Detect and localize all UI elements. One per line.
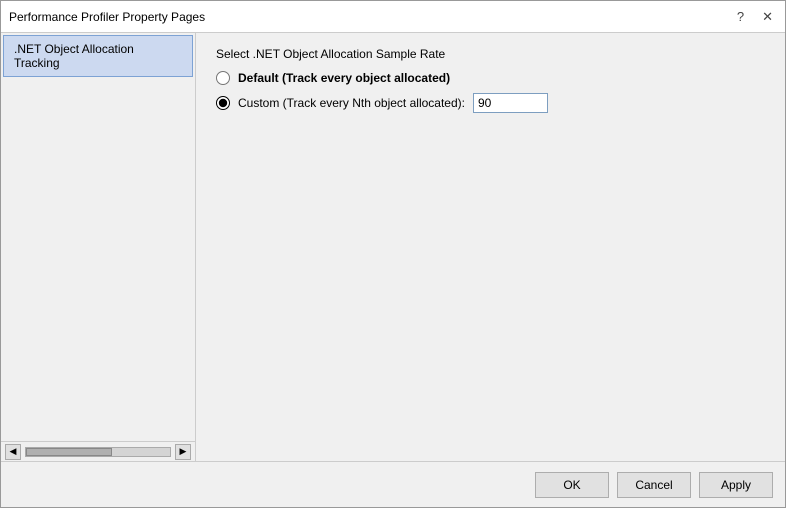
radio-custom-row: Custom (Track every Nth object allocated… [216,93,765,113]
section-title: Select .NET Object Allocation Sample Rat… [216,47,765,61]
dialog-window: Performance Profiler Property Pages ? ✕ … [0,0,786,508]
title-bar: Performance Profiler Property Pages ? ✕ [1,1,785,33]
radio-default-label[interactable]: Default (Track every object allocated) [238,71,450,85]
window-title: Performance Profiler Property Pages [9,10,205,24]
radio-custom-label[interactable]: Custom (Track every Nth object allocated… [238,96,465,110]
sidebar: .NET Object Allocation Tracking ◀ ▶ [1,33,196,461]
custom-value-input[interactable] [473,93,548,113]
dialog-body: .NET Object Allocation Tracking ◀ ▶ Sele… [1,33,785,461]
radio-default[interactable] [216,71,230,85]
main-content: Select .NET Object Allocation Sample Rat… [196,33,785,461]
radio-group: Default (Track every object allocated) C… [216,71,765,113]
sidebar-items: .NET Object Allocation Tracking [1,33,195,441]
cancel-button[interactable]: Cancel [617,472,691,498]
ok-button[interactable]: OK [535,472,609,498]
scroll-left-arrow[interactable]: ◀ [5,444,21,460]
radio-custom[interactable] [216,96,230,110]
sidebar-item-net-allocation[interactable]: .NET Object Allocation Tracking [3,35,193,77]
scroll-track[interactable] [25,447,171,457]
dialog-footer: OK Cancel Apply [1,461,785,507]
help-button[interactable]: ? [733,10,748,23]
scroll-thumb [26,448,112,456]
close-button[interactable]: ✕ [758,10,777,23]
sidebar-scrollbar: ◀ ▶ [1,441,195,461]
apply-button[interactable]: Apply [699,472,773,498]
scroll-right-arrow[interactable]: ▶ [175,444,191,460]
radio-default-row: Default (Track every object allocated) [216,71,765,85]
title-bar-controls: ? ✕ [733,10,777,23]
